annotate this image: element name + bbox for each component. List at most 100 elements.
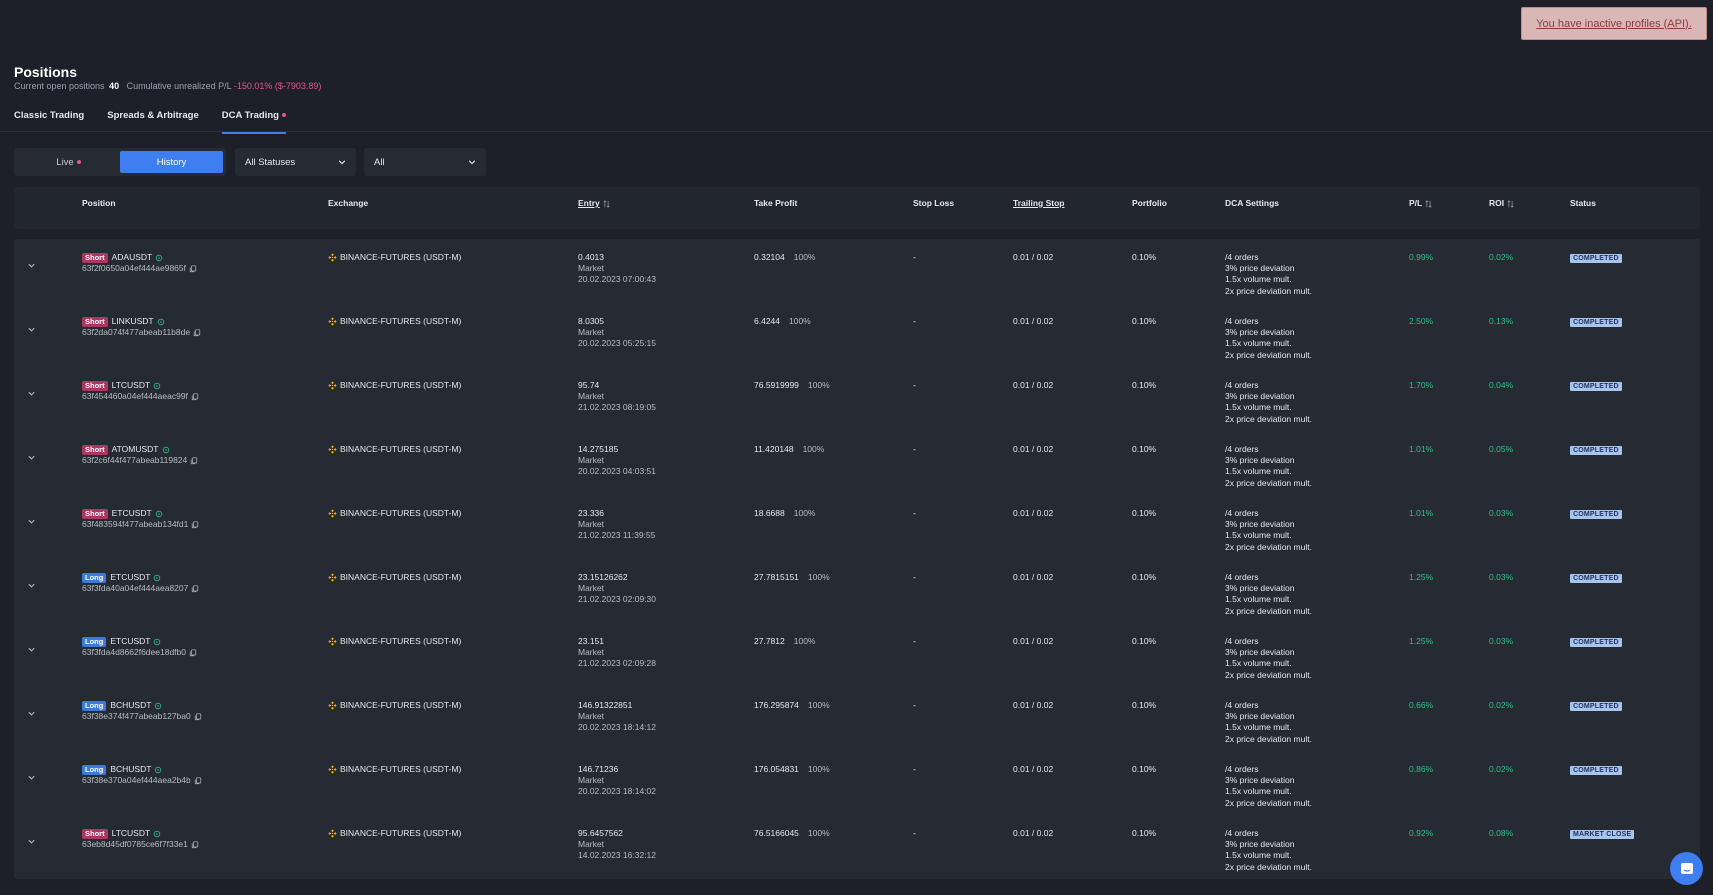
take-profit-price: 18.6688 (754, 508, 785, 518)
live-toggle-button[interactable]: Live (17, 151, 120, 173)
take-profit-percent: 100% (793, 508, 816, 518)
status-cell: COMPLETED (1570, 636, 1622, 647)
inactive-profiles-alert[interactable]: You have inactive profiles (API). (1521, 7, 1707, 40)
chat-icon (1680, 862, 1693, 874)
binance-icon (328, 509, 337, 518)
status-badge: COMPLETED (1570, 254, 1622, 263)
take-profit-cell: 176.054831 100% (754, 764, 830, 775)
copy-icon[interactable] (194, 777, 202, 785)
copy-icon[interactable] (191, 841, 199, 849)
dca-price-deviation: 3% price deviation (1225, 775, 1295, 786)
dca-settings-cell: /4 orders 3% price deviation 1.5x volume… (1225, 572, 1312, 617)
expand-row-icon[interactable] (27, 581, 36, 590)
status-badge: COMPLETED (1570, 382, 1622, 391)
dca-deviation-mult: 2x price deviation mult. (1225, 797, 1312, 808)
robot-icon (153, 382, 161, 389)
entry-cell: 146.91322851 Market 20.02.2023 18:14:12 (578, 700, 656, 734)
side-badge: Short (82, 381, 108, 391)
dca-orders: /4 orders (1225, 700, 1259, 710)
type-filter-select[interactable]: All (364, 148, 486, 176)
position-cell: Short ETCUSDT 63f483594f477abeab134fd1 (82, 508, 199, 530)
status-cell: COMPLETED (1570, 316, 1622, 327)
dca-price-deviation: 3% price deviation (1225, 455, 1295, 466)
exchange-name: BINANCE-FUTURES (USDT-M) (340, 316, 462, 326)
status-filter-value: All Statuses (245, 156, 296, 168)
portfolio-cell: 0.10% (1132, 764, 1157, 774)
trailing-stop-cell: 0.01 / 0.02 (1013, 508, 1054, 518)
expand-row-icon[interactable] (27, 645, 36, 654)
pl-cell: 0.92% (1409, 828, 1434, 838)
take-profit-price: 6.4244 (754, 316, 780, 326)
exchange-name: BINANCE-FUTURES (USDT-M) (340, 508, 462, 518)
entry-date: 21.02.2023 08:19:05 (578, 402, 656, 413)
expand-row-icon[interactable] (27, 773, 36, 782)
tabs-divider (0, 131, 1713, 132)
copy-icon[interactable] (191, 521, 199, 529)
side-badge: Short (82, 317, 108, 327)
col-roi[interactable]: ROI (1489, 198, 1514, 208)
expand-row-icon[interactable] (27, 709, 36, 718)
dca-orders: /4 orders (1225, 316, 1259, 326)
dca-volume-mult: 1.5x volume mult. (1225, 338, 1292, 349)
binance-icon (328, 381, 337, 390)
copy-icon[interactable] (189, 265, 197, 273)
expand-row-icon[interactable] (27, 261, 36, 270)
entry-cell: 95.6457562 Market 14.02.2023 16:32:12 (578, 828, 656, 862)
trailing-stop-cell: 0.01 / 0.02 (1013, 636, 1054, 646)
position-id: 63f38e370a04ef444aea2b4b (82, 775, 191, 786)
entry-cell: 146.71236 Market 20.02.2023 18:14:02 (578, 764, 656, 798)
live-indicator-dot (76, 160, 81, 164)
trailing-stop-cell: 0.01 / 0.02 (1013, 764, 1054, 774)
take-profit-percent: 100% (793, 252, 816, 262)
stop-loss-cell: - (913, 252, 916, 262)
expand-row-icon[interactable] (27, 325, 36, 334)
copy-icon[interactable] (193, 329, 201, 337)
robot-icon (155, 702, 162, 709)
copy-icon[interactable] (191, 585, 199, 593)
roi-cell: 0.02% (1489, 252, 1514, 262)
dca-orders: /4 orders (1225, 572, 1259, 582)
chat-support-button[interactable] (1670, 852, 1703, 885)
trailing-stop-cell: 0.01 / 0.02 (1013, 316, 1054, 326)
entry-date: 14.02.2023 16:32:12 (578, 850, 656, 861)
dca-deviation-mult: 2x price deviation mult. (1225, 477, 1312, 488)
table-row: Long BCHUSDT 63f38e374f477abeab127ba0 BIN… (14, 687, 1700, 751)
copy-icon[interactable] (191, 393, 199, 401)
dca-price-deviation: 3% price deviation (1225, 647, 1295, 658)
take-profit-price: 76.5919999 (754, 380, 799, 390)
copy-icon[interactable] (194, 713, 202, 721)
dca-price-deviation: 3% price deviation (1225, 519, 1295, 530)
dca-volume-mult: 1.5x volume mult. (1225, 466, 1292, 477)
expand-row-icon[interactable] (27, 453, 36, 462)
portfolio-cell: 0.10% (1132, 828, 1157, 838)
dca-deviation-mult: 2x price deviation mult. (1225, 285, 1312, 296)
col-entry-label: Entry (578, 198, 600, 208)
dca-volume-mult: 1.5x volume mult. (1225, 402, 1292, 413)
side-badge: Long (82, 637, 107, 647)
history-toggle-button[interactable]: History (120, 151, 223, 173)
exchange-cell: BINANCE-FUTURES (USDT-M) (328, 380, 461, 391)
status-cell: MARKET CLOSE (1570, 828, 1635, 839)
entry-cell: 8.0305 Market 20.02.2023 05:25:15 (578, 316, 656, 350)
copy-icon[interactable] (190, 457, 198, 465)
dca-settings-cell: /4 orders 3% price deviation 1.5x volume… (1225, 252, 1312, 297)
copy-icon[interactable] (189, 649, 197, 657)
col-pl[interactable]: P/L (1409, 198, 1432, 208)
col-trailing-stop[interactable]: Trailing Stop (1013, 198, 1064, 208)
status-cell: COMPLETED (1570, 572, 1622, 583)
expand-row-icon[interactable] (27, 837, 36, 846)
position-cell: Long BCHUSDT 63f38e374f477abeab127ba0 (82, 700, 202, 722)
side-badge: Long (82, 765, 107, 775)
expand-row-icon[interactable] (27, 389, 36, 398)
stop-loss-cell: - (913, 380, 916, 390)
stop-loss-cell: - (913, 508, 916, 518)
col-exchange: Exchange (328, 198, 369, 208)
trailing-stop-cell: 0.01 / 0.02 (1013, 572, 1054, 582)
trailing-stop-cell: 0.01 / 0.02 (1013, 828, 1054, 838)
dca-price-deviation: 3% price deviation (1225, 839, 1295, 850)
entry-date: 20.02.2023 18:14:02 (578, 786, 656, 797)
col-entry[interactable]: Entry (578, 198, 610, 208)
take-profit-cell: 11.420148 100% (754, 444, 824, 455)
status-filter-select[interactable]: All Statuses (235, 148, 356, 176)
expand-row-icon[interactable] (27, 517, 36, 526)
